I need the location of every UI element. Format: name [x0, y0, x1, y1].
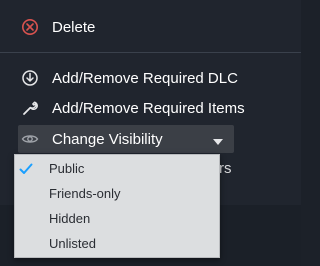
add-remove-dlc-menu-item[interactable]: Add/Remove Required DLC: [20, 68, 238, 88]
visibility-option-unlisted[interactable]: Unlisted: [15, 231, 219, 256]
visibility-option-friends-only[interactable]: Friends-only: [15, 181, 219, 206]
visibility-option-label: Unlisted: [49, 236, 96, 251]
delete-label: Delete: [52, 18, 96, 36]
add-remove-items-menu-item[interactable]: Add/Remove Required Items: [20, 98, 245, 118]
chevron-down-icon: [213, 133, 223, 150]
checkmark-icon: [17, 160, 35, 178]
obscured-menu-text: rs: [219, 160, 232, 177]
eye-icon: [20, 129, 40, 149]
wrench-icon: [20, 98, 40, 118]
context-menu: Delete Add/Remove Required DLC Add/Remov…: [0, 0, 301, 266]
visibility-option-public[interactable]: Public: [15, 156, 219, 181]
add-remove-items-label: Add/Remove Required Items: [52, 99, 245, 117]
visibility-option-label: Hidden: [49, 211, 91, 226]
visibility-option-hidden[interactable]: Hidden: [15, 206, 219, 231]
dlc-icon: [20, 68, 40, 88]
change-visibility-menu-item[interactable]: Change Visibility: [20, 129, 223, 149]
visibility-dropdown[interactable]: Public Friends-only Hidden Unlisted: [14, 154, 220, 258]
add-remove-dlc-label: Add/Remove Required DLC: [52, 69, 238, 87]
delete-menu-item[interactable]: Delete: [20, 17, 95, 37]
visibility-option-label: Friends-only: [49, 186, 121, 201]
change-visibility-label: Change Visibility: [52, 130, 163, 148]
delete-icon: [20, 17, 40, 37]
menu-divider: [0, 52, 301, 53]
visibility-option-label: Public: [49, 161, 85, 176]
